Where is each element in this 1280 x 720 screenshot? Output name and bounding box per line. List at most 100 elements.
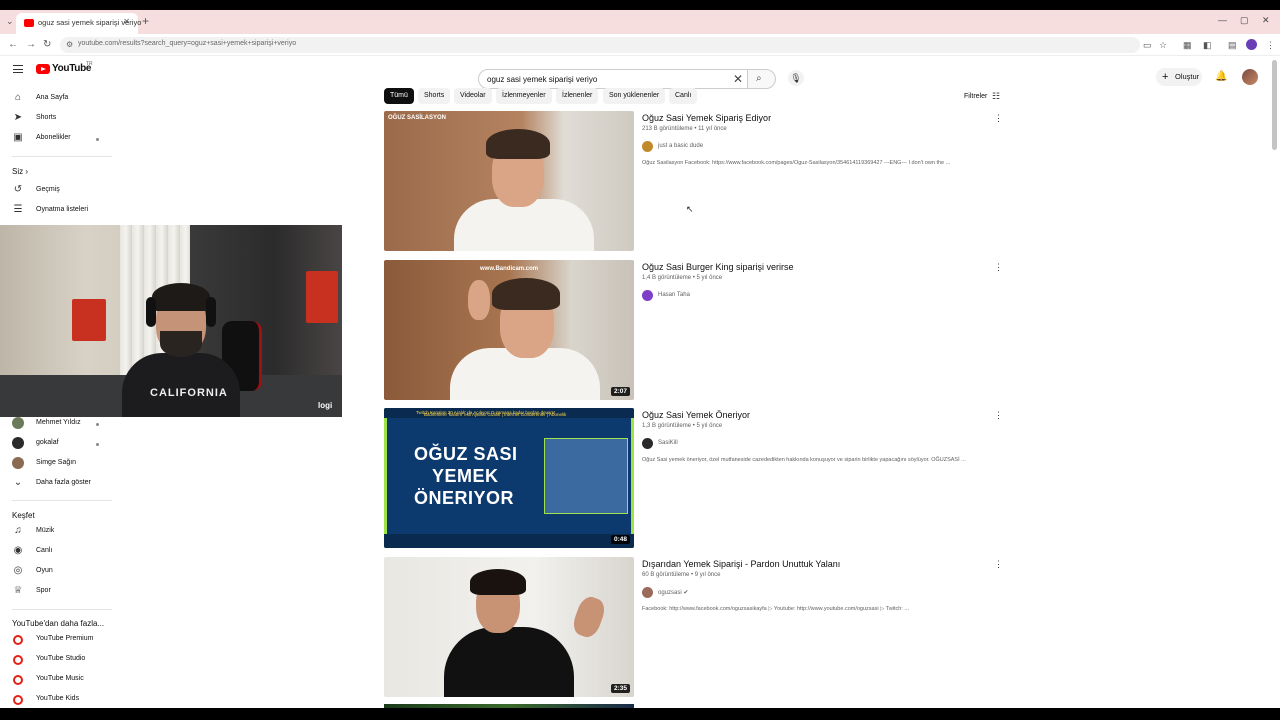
video-result[interactable]: Twitch Kanalım 30 Aralık' da Açılıyor! O…: [384, 408, 1004, 550]
bookmark-star-icon[interactable]: ☆: [1159, 40, 1167, 51]
extensions-puzzle-icon[interactable]: ◧: [1203, 40, 1212, 51]
search-query: oguz sasi yemek siparişi veriyo: [487, 75, 598, 84]
notifications-bell-icon[interactable]: 🔔: [1215, 71, 1227, 82]
video-thumbnail[interactable]: Twitch Kanalım 30 Aralık' da Açılıyor! O…: [384, 408, 634, 548]
youtube-kids-icon: [13, 695, 23, 705]
more-actions-icon[interactable]: ⋮: [994, 113, 1003, 124]
filters-icon[interactable]: ☷: [992, 91, 1000, 102]
cast-icon[interactable]: ▭: [1143, 40, 1152, 51]
page-scrollbar[interactable]: [1272, 60, 1277, 150]
more-actions-icon[interactable]: ⋮: [994, 410, 1003, 421]
back-icon[interactable]: ←: [8, 39, 18, 50]
sidebar-subscription-item[interactable]: gokalaf: [0, 434, 220, 454]
streamer-hair: [152, 283, 210, 311]
voice-search-icon[interactable]: 🎙: [788, 70, 804, 86]
sidebar-item-subscriptions[interactable]: ▣ Abonelikler: [0, 129, 220, 149]
video-title[interactable]: Dışarıdan Yemek Siparişi - Pardon Unuttu…: [642, 559, 840, 569]
sidebar-item-kids[interactable]: YouTube Kids: [0, 690, 220, 708]
channel-avatar[interactable]: [642, 290, 653, 301]
channel-name[interactable]: Hasan Taha: [658, 292, 690, 298]
video-thumbnail[interactable]: 2:35: [384, 557, 634, 697]
sidebar-item-playlists[interactable]: ☰ Oynatma listeleri: [0, 201, 220, 221]
channel-avatar[interactable]: [642, 438, 653, 449]
video-result[interactable]: 2:35 Dışarıdan Yemek Siparişi - Pardon U…: [384, 557, 1004, 699]
chip-watched[interactable]: İzlenenler: [556, 88, 599, 104]
video-duration: 0:48: [610, 535, 630, 544]
chip-videos[interactable]: Videolar: [454, 88, 492, 104]
browser-profile-icon[interactable]: [1246, 39, 1257, 50]
thumbnail-hand: [468, 280, 490, 320]
more-actions-icon[interactable]: ⋮: [994, 262, 1003, 273]
more-actions-icon[interactable]: ⋮: [994, 559, 1003, 570]
chip-shorts[interactable]: Shorts: [418, 88, 451, 104]
sidebar-item-premium[interactable]: YouTube Premium: [0, 630, 220, 650]
sidebar-item-shorts[interactable]: ➤ Shorts: [0, 109, 220, 129]
chip-unwatched[interactable]: İzlenmeyenler: [496, 88, 552, 104]
minimize-icon[interactable]: —: [1218, 15, 1227, 25]
browser-tab[interactable]: oguz sasi yemek siparişi veriyo ✕: [16, 13, 141, 34]
youtube-logo-icon[interactable]: [36, 64, 50, 74]
close-window-icon[interactable]: ✕: [1262, 15, 1270, 26]
live-icon: ◉: [13, 545, 23, 556]
channel-name[interactable]: oguzsasi ✔: [658, 589, 688, 596]
browser-menu-icon[interactable]: ⋮: [1266, 40, 1275, 51]
sidebar-show-more[interactable]: ⌄ Daha fazla göster: [0, 474, 220, 494]
maximize-icon[interactable]: ▢: [1240, 15, 1249, 26]
video-title[interactable]: Oğuz Sasi Burger King siparişi verirse: [642, 262, 794, 272]
channel-name[interactable]: SasiKill: [658, 440, 678, 446]
tab-close-icon[interactable]: ✕: [123, 17, 130, 26]
reload-icon[interactable]: ↻: [43, 39, 51, 50]
sidebar-item-live[interactable]: ◉ Canlı: [0, 542, 220, 562]
search-input[interactable]: oguz sasi yemek siparişi veriyo ✕: [478, 69, 748, 89]
sidebar-item-music[interactable]: ♫ Müzik: [0, 522, 220, 542]
chip-all[interactable]: Tümü: [384, 88, 414, 104]
url-field[interactable]: ⚙ youtube.com/results?search_query=oguz+…: [60, 37, 1140, 53]
sidebar-item-history[interactable]: ↺ Geçmiş: [0, 181, 220, 201]
create-button[interactable]: + Oluştur: [1156, 68, 1202, 86]
channel-avatar[interactable]: [642, 141, 653, 152]
sidebar-icon[interactable]: ▤: [1228, 40, 1237, 51]
youtube-header: YouTube TR oguz sasi yemek siparişi veri…: [0, 56, 1280, 89]
sidebar-item-label: YouTube Kids: [36, 695, 80, 702]
chip-live[interactable]: Canlı: [669, 88, 698, 104]
menu-icon[interactable]: [13, 65, 23, 73]
channel-name[interactable]: just a basic dude: [658, 143, 703, 149]
clear-search-icon[interactable]: ✕: [733, 72, 743, 86]
sidebar-item-label: Canlı: [36, 547, 53, 554]
wall-flag-poster: [72, 299, 106, 341]
video-title[interactable]: Oğuz Sasi Yemek Öneriyor: [642, 410, 750, 420]
playlist-icon: ☰: [13, 204, 23, 215]
sidebar-item-music-app[interactable]: YouTube Music: [0, 670, 220, 690]
sidebar-item-studio[interactable]: YouTube Studio: [0, 650, 220, 670]
chip-recently-uploaded[interactable]: Son yüklenenler: [603, 88, 666, 104]
trophy-icon: ♕: [13, 585, 23, 596]
account-avatar[interactable]: [1242, 69, 1258, 85]
sidebar-item-label: Simge Sağın: [36, 459, 77, 466]
home-icon: ⌂: [14, 92, 22, 103]
video-result[interactable]: www.Bandicam.com 2:07 Oğuz Sasi Burger K…: [384, 260, 1004, 402]
sidebar-item-sports[interactable]: ♕ Spor: [0, 582, 220, 602]
channel-avatar[interactable]: [642, 587, 653, 598]
tab-search-icon[interactable]: ⌄: [6, 16, 14, 27]
shirt-text: CALIFORNIA: [150, 387, 228, 399]
video-title[interactable]: Oğuz Sasi Yemek Sipariş Ediyor: [642, 113, 771, 123]
forward-icon[interactable]: →: [26, 39, 36, 50]
divider: [12, 609, 112, 610]
sidebar-item-label: YouTube Music: [36, 675, 84, 682]
extension-icon[interactable]: ▦: [1183, 40, 1192, 51]
sidebar-item-gaming[interactable]: ◎ Oyun: [0, 562, 220, 582]
site-info-icon[interactable]: ⚙: [66, 40, 73, 49]
sidebar-subscription-item[interactable]: Simge Sağın: [0, 454, 220, 474]
sidebar-section-you[interactable]: Siz ›: [12, 167, 28, 176]
music-icon: ♫: [14, 525, 22, 536]
new-tab-icon[interactable]: +: [142, 14, 149, 28]
filters-button[interactable]: Filtreler: [964, 93, 987, 100]
next-video-thumbnail[interactable]: [384, 704, 634, 708]
search-button[interactable]: ⌕: [748, 69, 776, 89]
sidebar-subscription-item[interactable]: Mehmet Yıldız: [0, 414, 220, 434]
thumbnail-hair: [470, 569, 526, 595]
video-result[interactable]: OĞUZ SASİLASYON Oğuz Sasi Yemek Sipariş …: [384, 111, 1004, 253]
video-thumbnail[interactable]: www.Bandicam.com 2:07: [384, 260, 634, 400]
sidebar-item-home[interactable]: ⌂ Ana Sayfa: [0, 89, 220, 109]
video-thumbnail[interactable]: OĞUZ SASİLASYON: [384, 111, 634, 251]
